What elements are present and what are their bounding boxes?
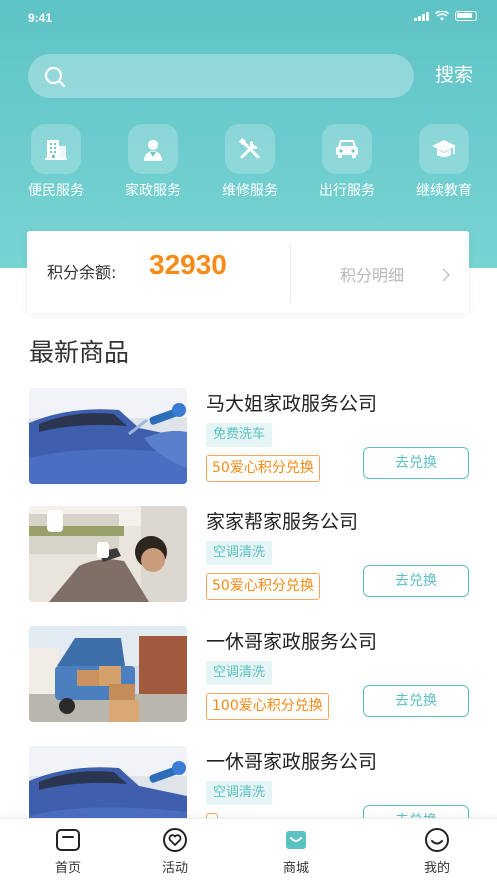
search-button[interactable]: 搜索 [435, 60, 473, 87]
search-box[interactable] [28, 54, 414, 98]
category-label: 维修服务 [222, 183, 278, 199]
product-image-ac-cleaning[interactable] [29, 506, 187, 602]
category-item-education[interactable]: 继续教育 [398, 124, 490, 200]
graduation-cap-icon [419, 124, 469, 174]
product-points: 50爱心积分兑换 [206, 455, 320, 482]
redeem-button[interactable]: 去兑换 [363, 685, 469, 717]
category-label: 便民服务 [28, 183, 84, 199]
points-balance-value: 32930 [149, 249, 227, 280]
category-item-convenience[interactable]: 便民服务 [10, 124, 102, 200]
product-item[interactable]: 家家帮家服务公司 空调清洗 50爱心积分兑换 去兑换 [0, 503, 497, 613]
divider [290, 243, 291, 303]
bottom-tab-bar: 首页 活动 商城 我的 [0, 818, 497, 883]
housekeeper-icon [128, 124, 178, 174]
car-icon [322, 124, 372, 174]
product-tag: 空调清洗 [206, 541, 273, 565]
status-bar: 9:41 [0, 0, 497, 36]
chevron-right-icon[interactable] [441, 267, 451, 283]
product-image-moving[interactable] [29, 626, 187, 722]
product-image-car-wash[interactable] [29, 388, 187, 484]
category-grid: 便民服务 家政服务 维修服务 出行服务 继续教育 [10, 124, 490, 200]
redeem-button[interactable]: 去兑换 [363, 565, 469, 597]
product-item[interactable]: 一休哥家政服务公司 空调清洗 100爱心积分兑换 去兑换 [0, 623, 497, 733]
search-icon [44, 66, 66, 88]
points-detail-link[interactable]: 积分明细 [340, 262, 404, 286]
home-icon [56, 829, 80, 851]
product-item[interactable]: 马大姐家政服务公司 免费洗车 50爱心积分兑换 去兑换 [0, 385, 497, 495]
product-tag: 免费洗车 [206, 423, 273, 447]
tab-mall[interactable]: 商城 [261, 827, 331, 876]
category-label: 继续教育 [416, 183, 472, 199]
category-item-housekeeping[interactable]: 家政服务 [107, 124, 199, 200]
cellular-signal-icon [414, 11, 429, 21]
category-label: 家政服务 [125, 183, 181, 199]
tab-label: 首页 [54, 861, 81, 876]
tab-mine[interactable]: 我的 [402, 827, 472, 876]
product-tag: 空调清洗 [206, 781, 273, 805]
tab-label: 商城 [282, 861, 309, 876]
heart-icon [163, 828, 187, 852]
product-points: 50爱心积分兑换 [206, 573, 320, 600]
category-item-travel[interactable]: 出行服务 [301, 124, 393, 200]
smile-icon [425, 828, 449, 852]
shopping-bag-icon [286, 831, 306, 849]
product-name: 一休哥家政服务公司 [206, 751, 378, 773]
category-item-repair[interactable]: 维修服务 [204, 124, 296, 200]
product-name: 一休哥家政服务公司 [206, 631, 378, 653]
product-tag: 空调清洗 [206, 661, 273, 685]
battery-icon [455, 11, 477, 21]
redeem-button[interactable]: 去兑换 [363, 447, 469, 479]
tab-label: 我的 [423, 861, 450, 876]
section-title: 最新商品 [29, 338, 130, 367]
product-name: 家家帮家服务公司 [206, 511, 359, 533]
search-input[interactable] [78, 64, 398, 88]
points-card: 积分余额: 32930 积分明细 [27, 231, 469, 313]
tools-icon [225, 124, 275, 174]
tab-label: 活动 [161, 861, 188, 876]
wifi-icon [435, 11, 449, 21]
building-icon [31, 124, 81, 174]
points-balance-label: 积分余额: [47, 263, 117, 282]
tab-home[interactable]: 首页 [33, 827, 103, 876]
tab-activity[interactable]: 活动 [140, 827, 210, 876]
status-icons [414, 11, 477, 21]
status-time: 9:41 [28, 11, 53, 25]
category-label: 出行服务 [319, 183, 375, 199]
product-name: 马大姐家政服务公司 [206, 393, 378, 415]
product-points: 100爱心积分兑换 [206, 693, 329, 720]
